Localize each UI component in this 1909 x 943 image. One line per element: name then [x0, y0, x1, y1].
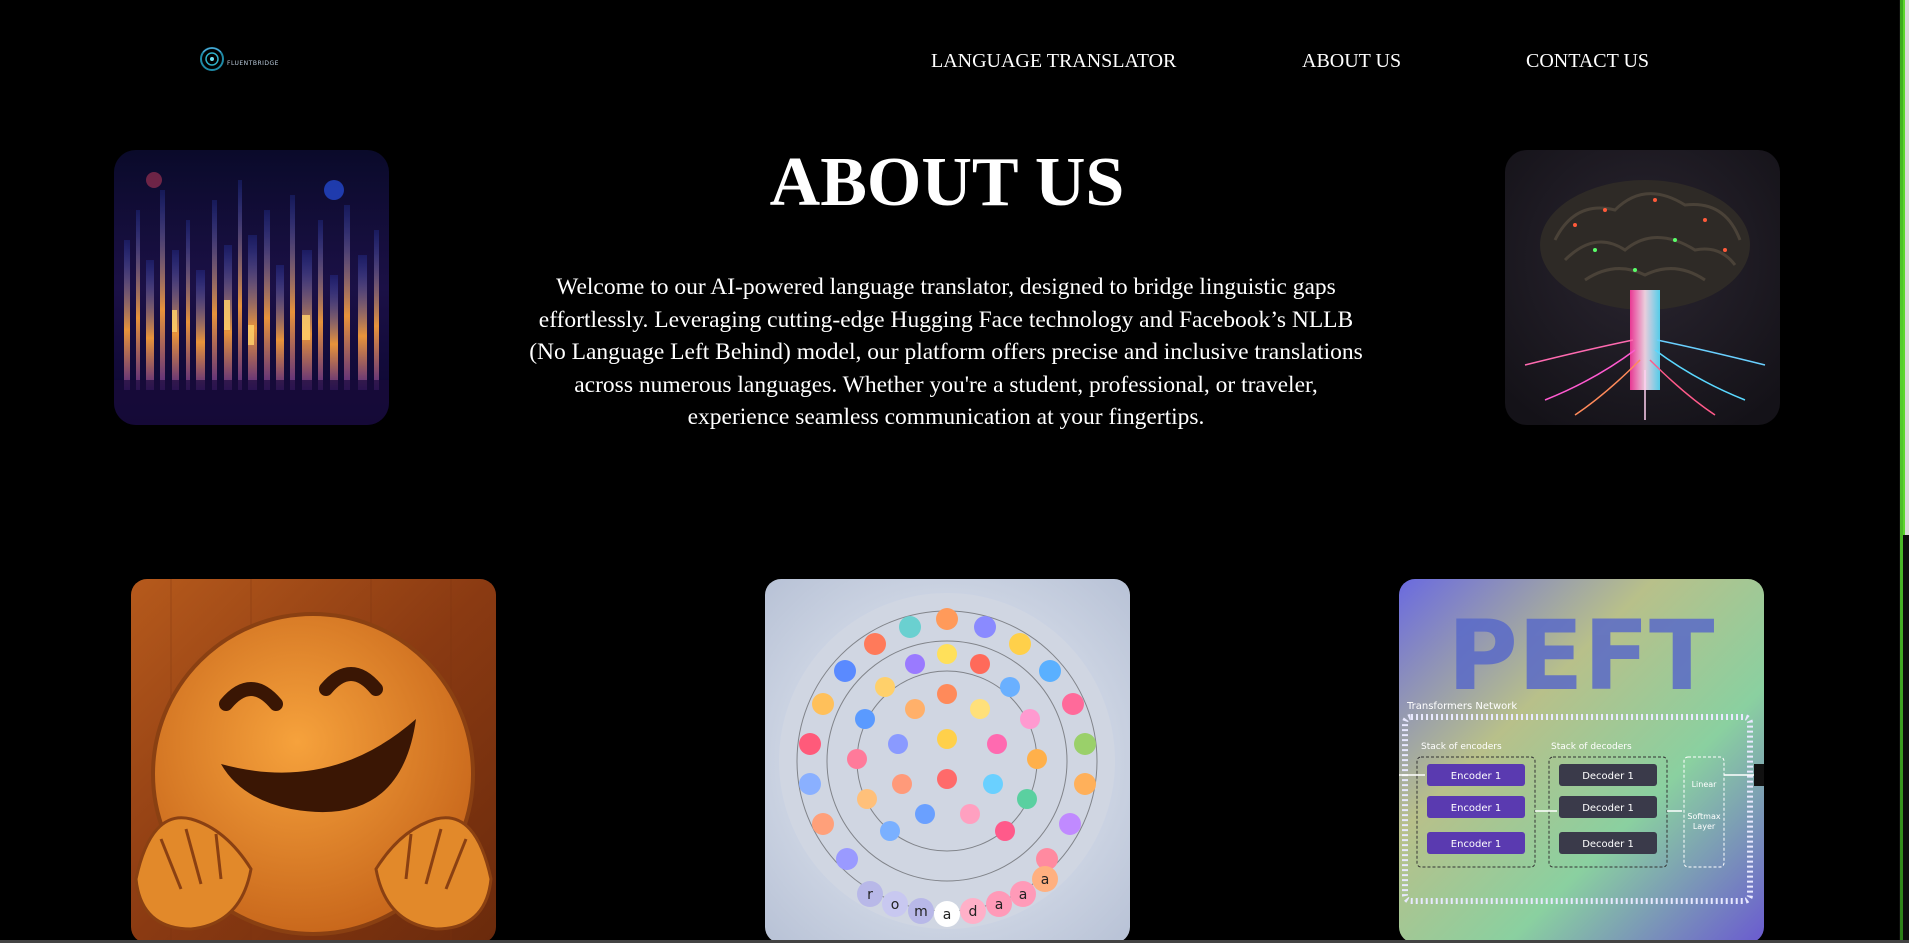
decoder-block: Decoder 1	[1582, 771, 1634, 782]
encoder-block: Encoder 1	[1451, 839, 1501, 850]
description-line: across numerous languages. Whether you'r…	[574, 371, 1318, 398]
page: FLUENTBRIDGE LANGUAGE TRANSLATOR ABOUT U…	[0, 0, 1909, 943]
token-letter: a	[943, 907, 952, 923]
logo[interactable]: FLUENTBRIDGE	[199, 40, 279, 78]
token-letter: m	[914, 904, 928, 920]
nav-language-translator[interactable]: LANGUAGE TRANSLATOR	[931, 50, 1176, 73]
peft-big-text: PEFT	[1448, 600, 1715, 712]
softmax-label: Softmax	[1687, 812, 1720, 821]
description-line: (No Language Left Behind) model, our pla…	[529, 339, 1363, 365]
about-description: Welcome to our AI-powered language trans…	[498, 271, 1394, 434]
nav-contact-us[interactable]: CONTACT US	[1526, 50, 1649, 73]
network-label: Transformers Network	[1406, 701, 1517, 712]
token-circle-image: r o m a d a a a	[765, 579, 1130, 943]
encoders-label: Stack of encoders	[1421, 742, 1502, 752]
linear-label: Linear	[1692, 780, 1718, 789]
token-letter: r	[867, 887, 873, 903]
scrollbar-thumb[interactable]	[1903, 0, 1909, 535]
layer-label: Layer	[1693, 822, 1716, 831]
logo-text: FLUENTBRIDGE	[227, 59, 279, 67]
token-letter: a	[1019, 887, 1028, 903]
decoders-label: Stack of decoders	[1551, 742, 1632, 752]
digital-city-image	[114, 150, 389, 425]
nav-about-us[interactable]: ABOUT US	[1302, 50, 1401, 73]
peft-diagram-image: PEFT Transformers Network Stack of encod…	[1399, 579, 1764, 943]
token-letter: a	[1041, 872, 1050, 888]
hugging-face-image	[131, 579, 496, 943]
description-line: experience seamless communication at you…	[687, 404, 1205, 430]
neural-brain-image	[1505, 150, 1780, 425]
logo-icon	[199, 40, 225, 78]
encoder-block: Encoder 1	[1451, 803, 1501, 814]
description-line: Welcome to our AI-powered language trans…	[556, 274, 1336, 300]
token-letter: d	[969, 904, 978, 920]
encoder-block: Encoder 1	[1451, 771, 1501, 782]
token-letter: o	[891, 897, 900, 913]
token-letter: a	[995, 897, 1004, 913]
description-line: effortlessly. Leveraging cutting-edge Hu…	[538, 306, 1354, 333]
decoder-block: Decoder 1	[1582, 839, 1634, 850]
decoder-block: Decoder 1	[1582, 803, 1634, 814]
